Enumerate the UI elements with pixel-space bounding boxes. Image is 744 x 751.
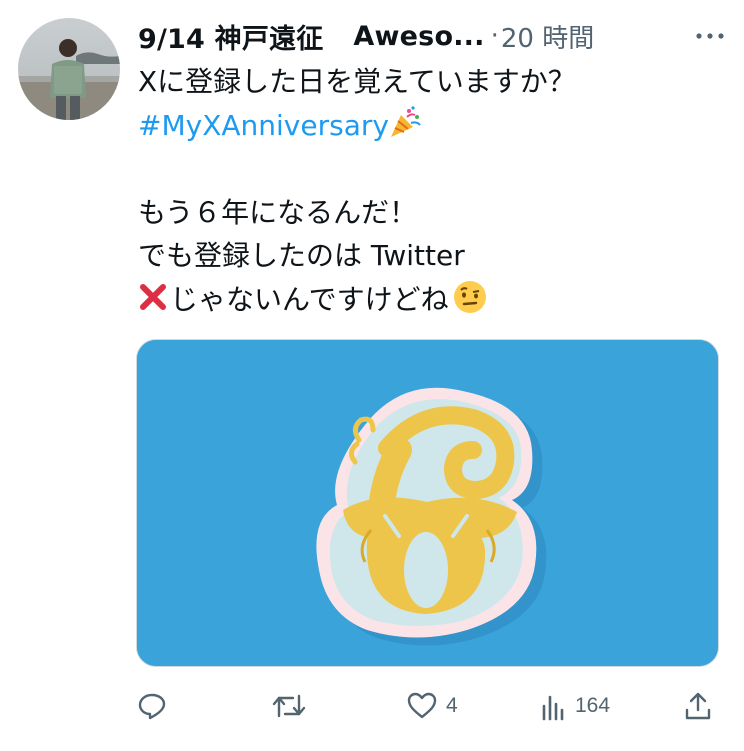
reply-button[interactable] (136, 686, 176, 726)
separator-dot: · (490, 21, 499, 51)
share-button[interactable] (682, 686, 714, 726)
timestamp[interactable]: 20 時間 (501, 18, 594, 55)
raised-eyebrow-face-icon (452, 279, 488, 328)
number-six-papercraft-image (137, 340, 718, 666)
cross-mark-icon (138, 281, 168, 325)
like-icon (407, 692, 437, 719)
author-name[interactable]: 9/14 神戸遠征 (138, 17, 323, 56)
tweet-text-line: じゃないんですけどね (170, 282, 449, 316)
hashtag-link[interactable]: #MyXAnniversary (138, 109, 389, 142)
tweet-text-line: でも登録したのは Twitter (138, 239, 465, 272)
retweet-icon (272, 694, 306, 718)
tweet-header: 9/14 神戸遠征 Aweso... · 20 時間 (138, 14, 728, 58)
retweet-button[interactable] (271, 686, 315, 726)
more-button[interactable] (690, 16, 730, 56)
views-button[interactable]: 164 (541, 686, 610, 726)
tweet-text-line: Xに登録した日を覚えていますか？ (138, 65, 576, 98)
party-popper-icon (389, 105, 423, 152)
views-icon (542, 695, 564, 721)
author-name-extra[interactable]: Aweso... (353, 21, 484, 52)
reply-icon (138, 693, 166, 720)
avatar[interactable] (18, 18, 120, 120)
like-button[interactable]: 4 (406, 686, 458, 726)
avatar-image (18, 18, 120, 120)
like-count: 4 (446, 694, 458, 717)
more-icon (696, 33, 724, 39)
tweet-actions: 4 164 (136, 686, 726, 726)
tweet-media-image[interactable] (136, 339, 719, 667)
views-count: 164 (575, 694, 611, 717)
tweet-text-line: もう６年になるんだ！ (138, 195, 418, 229)
share-icon (685, 692, 711, 720)
tweet-text: Xに登録した日を覚えていますか？ #MyXAnniversary もう６年になる… (138, 60, 728, 321)
